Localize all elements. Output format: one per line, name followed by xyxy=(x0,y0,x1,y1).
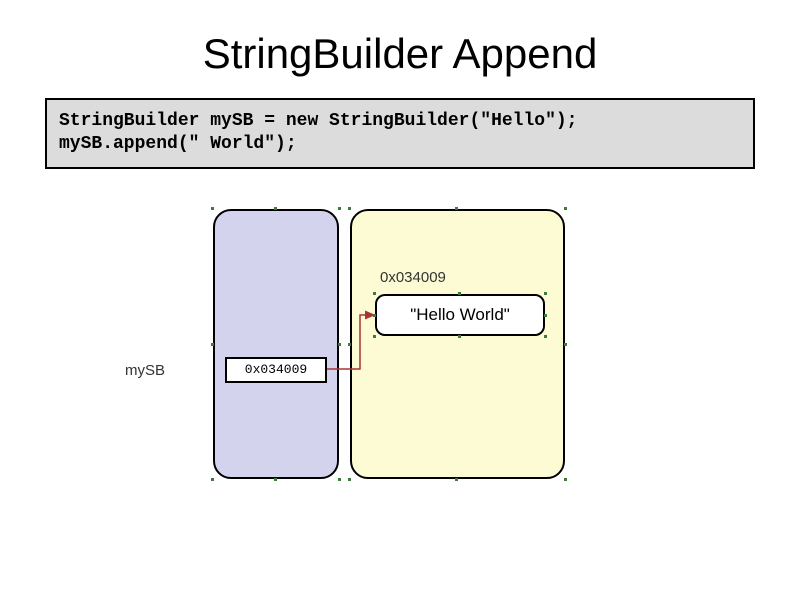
selection-handle xyxy=(338,478,341,481)
selection-handle xyxy=(458,335,461,338)
selection-handle xyxy=(274,478,277,481)
heap-region xyxy=(350,209,565,479)
memory-diagram: 0x034009 "Hello World" mySB 0x034009 xyxy=(0,169,800,549)
selection-handle xyxy=(544,292,547,295)
selection-handle xyxy=(455,478,458,481)
selection-handle xyxy=(348,478,351,481)
selection-handle xyxy=(211,478,214,481)
selection-handle xyxy=(373,335,376,338)
selection-handle xyxy=(373,314,376,317)
variable-label: mySB xyxy=(125,362,165,379)
stack-pointer-value: 0x034009 xyxy=(245,362,307,377)
selection-handle xyxy=(211,207,214,210)
selection-handle xyxy=(544,335,547,338)
selection-handle xyxy=(544,314,547,317)
stack-pointer-box: 0x034009 xyxy=(225,357,327,383)
page-title: StringBuilder Append xyxy=(0,0,800,98)
selection-handle xyxy=(338,343,341,346)
selection-handle xyxy=(348,207,351,210)
selection-handle xyxy=(348,343,351,346)
code-snippet: StringBuilder mySB = new StringBuilder("… xyxy=(45,98,755,169)
selection-handle xyxy=(338,207,341,210)
selection-handle xyxy=(274,207,277,210)
stack-region xyxy=(213,209,339,479)
selection-handle xyxy=(373,292,376,295)
selection-handle xyxy=(211,343,214,346)
heap-address-label: 0x034009 xyxy=(380,269,446,286)
selection-handle xyxy=(458,292,461,295)
selection-handle xyxy=(564,207,567,210)
selection-handle xyxy=(564,478,567,481)
heap-object-box: "Hello World" xyxy=(375,294,545,336)
heap-object-value: "Hello World" xyxy=(410,305,510,325)
selection-handle xyxy=(564,343,567,346)
selection-handle xyxy=(455,207,458,210)
